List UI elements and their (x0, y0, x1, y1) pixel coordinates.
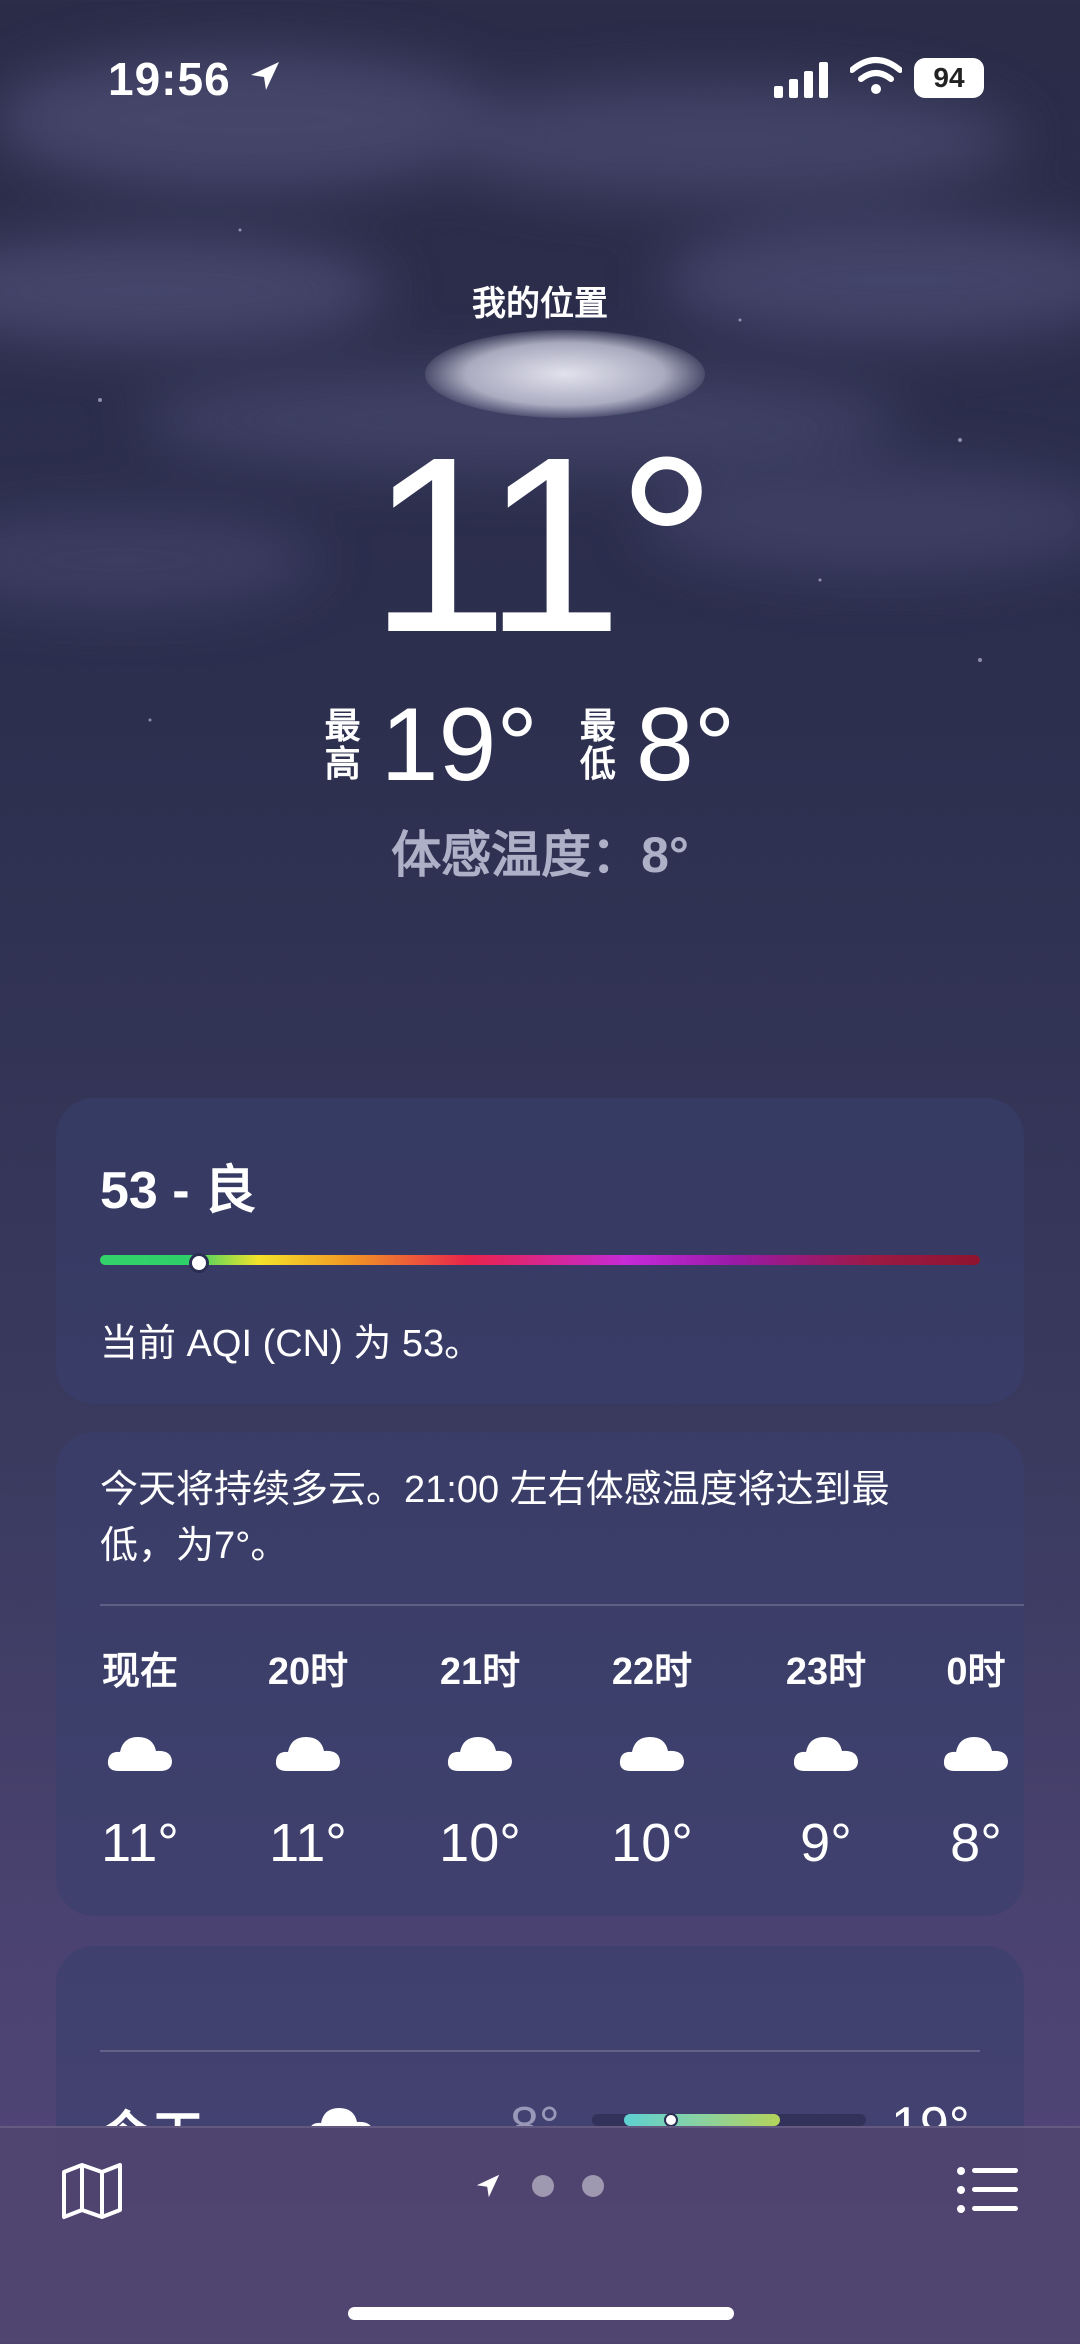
hourly-divider (100, 1604, 1024, 1606)
status-time: 19:56 (108, 53, 231, 105)
hour-label: 21时 (439, 1651, 521, 1693)
current-location-icon (476, 2174, 500, 2198)
hour-label: 20时 (267, 1651, 349, 1693)
cloud-icon (793, 1737, 858, 1771)
daily-row-today[interactable]: 今天 8° 19° (56, 2050, 1024, 2126)
hourly-item[interactable]: 20时 11° (248, 1640, 368, 1874)
aqi-scale-bar (100, 1255, 980, 1265)
cellular-signal-icon (774, 62, 828, 98)
current-temperature: 11° (369, 405, 717, 684)
hourly-item[interactable]: 21时 10° (420, 1640, 540, 1874)
high-temperature: 19° (380, 687, 538, 803)
hourly-item[interactable]: 0时 8° (928, 1640, 1024, 1874)
cloud-icon (943, 1737, 1008, 1771)
hour-label: 0时 (946, 1651, 1006, 1693)
hourly-item[interactable]: 现在 11° (80, 1640, 200, 1874)
map-icon[interactable] (60, 2162, 124, 2220)
cloud-icon (107, 1737, 172, 1771)
location-title: 我的位置 (472, 285, 608, 323)
hour-temperature: 10° (439, 1813, 521, 1873)
page-dot[interactable] (582, 2175, 604, 2197)
page-indicator[interactable] (472, 2170, 604, 2202)
current-temp-dot (664, 2113, 678, 2126)
hour-temperature: 10° (611, 1813, 693, 1873)
hourly-item[interactable]: 23时 9° (766, 1640, 886, 1874)
battery-indicator: 94 (914, 58, 984, 98)
list-icon[interactable] (956, 2164, 1020, 2216)
cloud-icon (275, 1737, 340, 1771)
day-range-fill (624, 2114, 780, 2126)
aqi-title: 53 - 良 (100, 1162, 257, 1220)
cloud-icon (447, 1737, 512, 1771)
aqi-indicator-dot (188, 1253, 209, 1273)
low-label: 最低 (579, 705, 616, 784)
day-temperature-range-bar (592, 2113, 866, 2126)
day-high-temp: 19° (891, 2097, 970, 2126)
home-indicator (348, 2307, 734, 2320)
feels-like-temperature: 体感温度：8° (391, 827, 689, 883)
high-label: 最高 (324, 705, 361, 784)
hour-label: 23时 (785, 1651, 867, 1693)
low-temperature: 8° (635, 687, 736, 803)
hourly-item[interactable]: 22时 10° (592, 1640, 712, 1874)
location-arrow-icon (251, 62, 279, 90)
hourly-summary: 今天将持续多云。21:00 左右体感温度将达到最低，为7°。 (100, 1469, 890, 1567)
cloud-icon (619, 1737, 684, 1771)
cloud-icon (311, 2108, 371, 2126)
hour-temperature: 11° (269, 1813, 347, 1873)
day-label: 今天 (100, 2094, 204, 2126)
day-low-temp: 8° (510, 2097, 560, 2126)
high-low-row: 最高 19° 最低 8° (0, 690, 1080, 800)
page-dot[interactable] (532, 2175, 554, 2197)
hour-temperature: 11° (101, 1813, 179, 1873)
aqi-description: 当前 AQI (CN) 为 53。 (100, 1323, 483, 1365)
hour-temperature: 8° (950, 1813, 1002, 1873)
hour-label: 现在 (101, 1651, 178, 1693)
hour-temperature: 9° (800, 1813, 852, 1873)
hour-label: 22时 (611, 1651, 693, 1693)
wifi-icon (850, 57, 902, 94)
